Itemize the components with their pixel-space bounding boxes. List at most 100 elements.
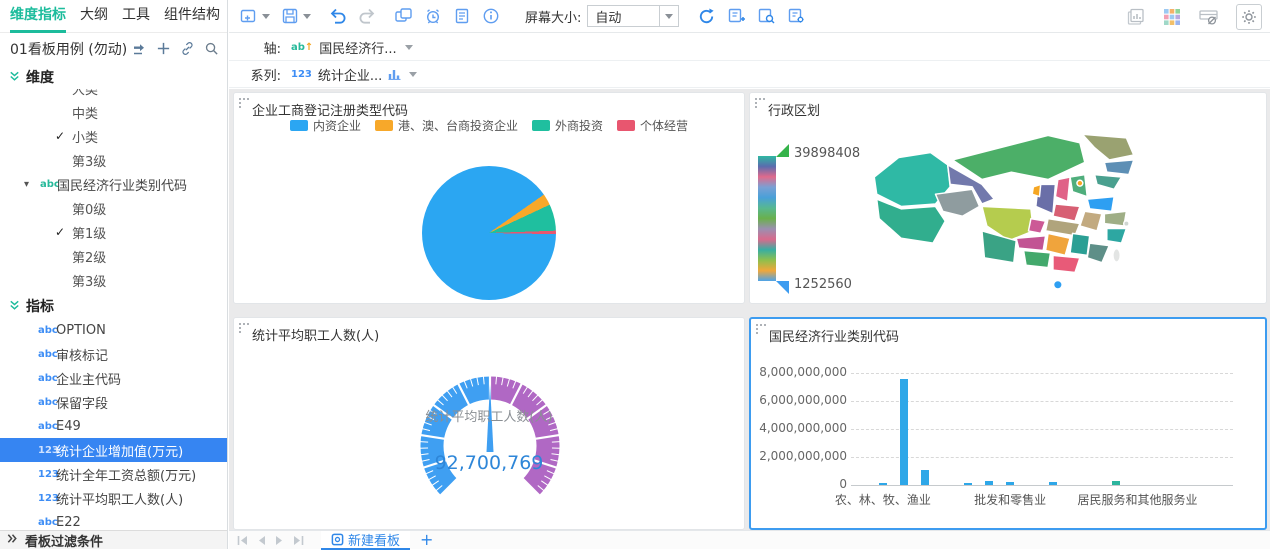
gauge-panel[interactable]: 统计平均职工人数(人) 统计平均职工人数(人) 92,700,769 <box>233 317 745 530</box>
theme-grid-icon[interactable] <box>1162 7 1182 27</box>
share-icon[interactable] <box>131 41 147 57</box>
refresh-icon[interactable] <box>697 7 716 26</box>
link-icon[interactable] <box>180 41 195 56</box>
tab-dimension-indicator[interactable]: 维度指标 <box>10 0 66 33</box>
notes-icon[interactable] <box>453 7 471 25</box>
map-panel[interactable]: 行政区划 39898408 1252560 <box>749 92 1267 304</box>
tab-component-structure[interactable]: 组件结构 <box>164 0 220 33</box>
map-region[interactable] <box>1082 134 1133 160</box>
map-region[interactable] <box>1095 175 1122 190</box>
china-map[interactable] <box>854 133 1154 297</box>
bar-chart-panel[interactable]: 国民经济行业类别代码 8,000,000,0006,000,000,0004,0… <box>749 317 1267 530</box>
add-sheet-button[interactable]: + <box>420 532 433 548</box>
bar[interactable] <box>1049 482 1057 485</box>
measure-item[interactable]: 123统计全年工资总额(万元) <box>0 462 227 486</box>
select-caret-icon[interactable] <box>659 6 678 26</box>
board-filter-bar[interactable]: 看板过滤条件 <box>0 530 227 549</box>
bar[interactable] <box>900 379 908 485</box>
redo-icon[interactable] <box>358 8 377 25</box>
bar[interactable] <box>1112 481 1120 485</box>
gauge-chart[interactable] <box>400 354 580 530</box>
sheet-tab-new-board[interactable]: 新建看板 <box>321 531 410 550</box>
measure-item[interactable]: abcE49 <box>0 414 227 438</box>
color-scale-bar[interactable] <box>758 156 776 281</box>
dimension-tree-item[interactable]: 第0级 <box>0 196 227 220</box>
dropdown-caret-icon[interactable] <box>303 14 311 19</box>
map-region[interactable] <box>1087 243 1109 263</box>
tab-tools[interactable]: 工具 <box>122 0 150 33</box>
dimension-tree-item[interactable]: 大类 <box>0 89 227 100</box>
field-caret-icon[interactable] <box>409 72 417 77</box>
bar-chart-plot[interactable]: 8,000,000,0006,000,000,0004,000,000,0002… <box>751 319 1265 528</box>
map-region[interactable] <box>1046 233 1070 255</box>
tab-outline[interactable]: 大纲 <box>80 0 108 33</box>
measure-item[interactable]: abc企业主代码 <box>0 366 227 390</box>
hide-card-icon[interactable] <box>1198 7 1220 27</box>
dimension-tree-item[interactable]: ▾abc国民经济行业类别代码 <box>0 172 227 196</box>
map-region[interactable] <box>1024 250 1051 267</box>
map-region[interactable] <box>1104 160 1133 175</box>
measure-item[interactable]: 123统计企业增加值(万元) <box>0 438 227 462</box>
expand-arrow-icon[interactable]: ▾ <box>24 179 29 190</box>
measure-item[interactable]: abc保留字段 <box>0 390 227 414</box>
pie-chart-panel[interactable]: 企业工商登记注册类型代码 内资企业港、澳、台商投资企业外商投资个体经营 <box>233 92 745 304</box>
map-region[interactable] <box>1054 280 1063 289</box>
dimension-tree-item[interactable]: ✓小类 <box>0 124 227 148</box>
map-region[interactable] <box>1087 197 1114 212</box>
map-region[interactable] <box>1113 249 1120 262</box>
dimensions-section-header[interactable]: 维度 <box>0 64 227 89</box>
settings-gear-icon[interactable] <box>1236 4 1262 30</box>
mini-bar-chart-icon[interactable] <box>388 68 401 80</box>
dimension-tree-item[interactable]: 中类 <box>0 100 227 124</box>
save-icon[interactable] <box>281 7 311 25</box>
dimension-tree-item[interactable]: 第2级 <box>0 244 227 268</box>
doc-search-icon[interactable] <box>757 7 776 25</box>
undo-icon[interactable] <box>328 8 347 25</box>
map-region[interactable] <box>935 189 979 216</box>
legend-item[interactable]: 港、澳、台商投资企业 <box>375 117 518 134</box>
panel-drag-icon[interactable] <box>239 323 248 332</box>
doc-settings-icon[interactable] <box>787 7 806 25</box>
axis-field-pill[interactable]: ab↑ 国民经济行... <box>291 38 413 57</box>
pie-chart[interactable] <box>422 166 556 300</box>
bar[interactable] <box>985 481 993 485</box>
prev-sheet-icon[interactable] <box>256 535 267 546</box>
dimension-tree-item[interactable]: ✓第1级 <box>0 220 227 244</box>
map-region[interactable] <box>1124 221 1129 226</box>
bar[interactable] <box>879 483 887 485</box>
first-sheet-icon[interactable] <box>236 535 249 546</box>
dimension-tree-item[interactable]: 第3级 <box>0 268 227 292</box>
doc-add-icon[interactable] <box>727 7 746 25</box>
alarm-icon[interactable] <box>424 7 442 25</box>
map-region[interactable] <box>953 135 1085 179</box>
new-dashboard-icon[interactable] <box>239 7 270 26</box>
map-region[interactable] <box>1080 211 1102 231</box>
map-region[interactable] <box>1028 219 1045 234</box>
map-region[interactable] <box>1070 233 1090 255</box>
map-region[interactable] <box>1053 204 1080 221</box>
bar[interactable] <box>921 470 929 485</box>
next-sheet-icon[interactable] <box>274 535 285 546</box>
series-field-pill[interactable]: 123 统计企业... <box>291 65 417 84</box>
map-region[interactable] <box>1032 184 1041 196</box>
field-caret-icon[interactable] <box>405 45 413 50</box>
measures-section-header[interactable]: 指标 <box>0 293 227 318</box>
bar[interactable] <box>1006 482 1014 485</box>
measure-item[interactable]: 123统计平均职工人数(人) <box>0 486 227 510</box>
map-region[interactable] <box>1077 180 1083 186</box>
plus-icon[interactable] <box>156 41 171 56</box>
measure-item[interactable]: abc审核标记 <box>0 342 227 366</box>
map-region[interactable] <box>1055 177 1070 201</box>
search-icon[interactable] <box>204 41 219 56</box>
measure-item[interactable]: abcOPTION <box>0 318 227 342</box>
panel-drag-icon[interactable] <box>239 98 248 107</box>
dimension-tree-item[interactable]: 第3级 <box>0 148 227 172</box>
info-icon[interactable] <box>482 7 500 25</box>
map-region[interactable] <box>1053 255 1080 272</box>
bar[interactable] <box>964 483 972 485</box>
measure-item[interactable]: abcE22 <box>0 510 227 530</box>
map-region[interactable] <box>1016 236 1045 251</box>
legend-item[interactable]: 内资企业 <box>290 117 361 134</box>
chart-gallery-icon[interactable] <box>1126 7 1146 27</box>
last-sheet-icon[interactable] <box>292 535 305 546</box>
